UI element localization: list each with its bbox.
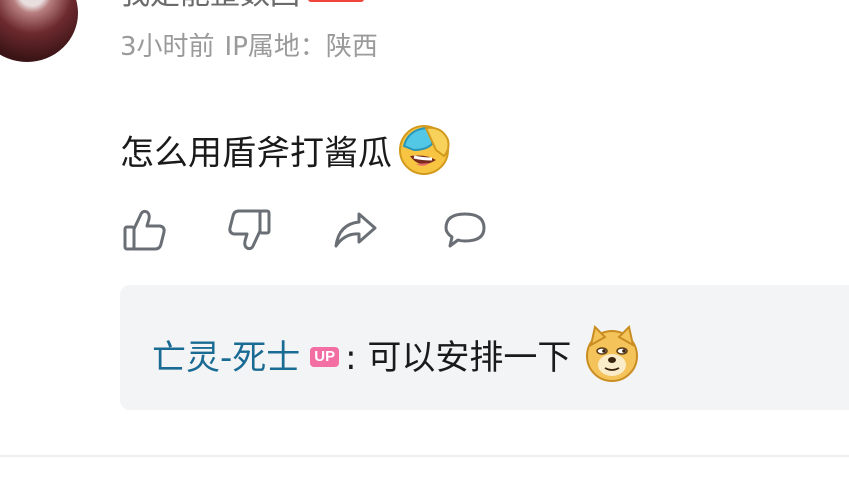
share-arrow-icon xyxy=(334,212,377,248)
up-badge: UP xyxy=(310,347,340,367)
face-cover-laugh-emoji xyxy=(396,120,452,190)
comment-text: 怎么用盾斧打酱瓜 xyxy=(120,120,452,190)
reply-button[interactable] xyxy=(440,205,490,255)
thumbs-down-icon xyxy=(228,209,271,251)
comment-body: 怎么用盾斧打酱瓜 xyxy=(120,133,392,174)
dislike-button[interactable] xyxy=(224,205,274,255)
username-text[interactable]: 我是能整数回 xyxy=(120,0,300,12)
reply-preview[interactable]: 亡灵-死士 UP: 可以安排一下 xyxy=(120,285,849,410)
comment-ip-location: IP属地：陕西 xyxy=(224,32,378,62)
share-button[interactable] xyxy=(330,205,380,255)
comment-time: 3小时前 xyxy=(120,32,215,62)
level-badge xyxy=(308,0,364,2)
reply-line: 亡灵-死士 UP: 可以安排一下 xyxy=(152,325,641,383)
avatar[interactable] xyxy=(0,0,78,62)
doge-emoji xyxy=(586,325,639,382)
divider xyxy=(0,455,849,457)
reply-separator: : xyxy=(345,338,357,378)
reply-text: 可以安排一下 xyxy=(367,338,572,378)
speech-bubble-icon xyxy=(444,212,486,248)
reply-author[interactable]: 亡灵-死士 xyxy=(152,338,300,378)
like-button[interactable] xyxy=(120,205,170,255)
comment-username[interactable]: 我是能整数回 xyxy=(120,0,364,10)
thumbs-up-icon xyxy=(123,209,166,251)
comment-meta: 3小时前 IP属地：陕西 xyxy=(120,30,378,64)
